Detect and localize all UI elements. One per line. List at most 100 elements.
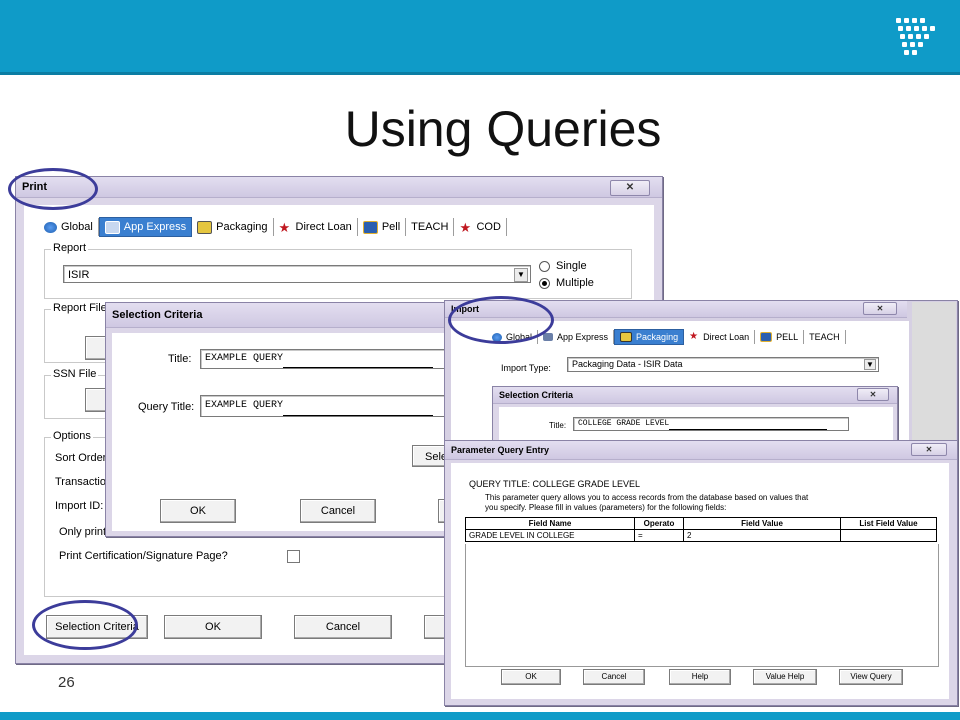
logo-dot [912, 18, 917, 23]
close-icon[interactable]: ✕ [911, 443, 947, 456]
transaction-label: Transactio [55, 476, 106, 488]
app-express-icon [104, 220, 120, 234]
tab-pell[interactable]: PELL [755, 330, 805, 344]
logo-dot [904, 18, 909, 23]
title-input[interactable]: COLLEGE GRADE LEVEL [573, 417, 849, 431]
top-banner [0, 0, 960, 75]
parameter-query-title: Parameter Query Entry [451, 445, 550, 455]
column-header: Field Value [683, 517, 841, 530]
multiple-radio[interactable]: Multiple [539, 277, 594, 289]
import-type-select[interactable]: Packaging Data - ISIR Data ▼ [567, 357, 879, 372]
packaging-icon [197, 220, 213, 234]
field-value-cell[interactable]: 2 [683, 529, 841, 542]
radio-selected-icon [539, 277, 550, 289]
logo-dot [922, 26, 927, 31]
table-row[interactable]: GRADE LEVEL IN COLLEGE = 2 [465, 529, 937, 542]
tab-packaging[interactable]: Packaging [614, 329, 685, 345]
only-print-label: Only print [59, 526, 107, 538]
ssn-file-label: SSN File [51, 368, 99, 380]
title-input[interactable]: EXAMPLE QUERY [200, 349, 462, 369]
column-header: Field Name [465, 517, 635, 530]
logo-dot [918, 42, 923, 47]
title-label: Title: [549, 421, 567, 430]
title-label: Title: [168, 353, 192, 365]
query-title-label: Query Title: [138, 401, 195, 413]
import-type-label: Import Type: [501, 363, 551, 373]
selection-cancel-button[interactable]: Cancel [300, 499, 376, 523]
star-icon: ★ [689, 330, 699, 342]
print-cert-label: Print Certification/Signature Page? [59, 550, 228, 562]
description-line-1: This parameter query allows you to acces… [485, 493, 809, 502]
dots-logo-icon [896, 18, 936, 58]
field-name-cell[interactable]: GRADE LEVEL IN COLLEGE [465, 529, 635, 542]
selection-ok-button[interactable]: OK [160, 499, 236, 523]
logo-dot [914, 26, 919, 31]
tab-app-express[interactable]: App Express [538, 330, 615, 344]
param-cancel-button[interactable]: Cancel [583, 669, 645, 685]
parameter-table-area [465, 544, 939, 667]
list-field-value-cell[interactable] [840, 529, 937, 542]
ok-button[interactable]: OK [164, 615, 262, 639]
parameter-query-body: QUERY TITLE: COLLEGE GRADE LEVEL This pa… [451, 463, 949, 699]
star-icon: ★ [278, 219, 291, 235]
parameter-table: Field Name Operato Field Value List Fiel… [465, 517, 937, 542]
column-header: Operato [634, 517, 684, 530]
tab-direct-loan[interactable]: ★ Direct Loan [684, 330, 756, 344]
pell-icon [760, 332, 773, 342]
param-help-button[interactable]: Help [669, 669, 731, 685]
query-title-input[interactable]: EXAMPLE QUERY [200, 395, 462, 417]
tab-packaging[interactable]: Packaging [192, 218, 274, 236]
logo-dot [912, 50, 917, 55]
single-radio[interactable]: Single [539, 260, 587, 272]
tab-teach[interactable]: TEACH [406, 218, 455, 236]
star-icon: ★ [459, 219, 472, 235]
description-line-2: you specify. Please fill in values (para… [485, 503, 727, 512]
slide-title: Using Queries [344, 101, 662, 157]
tab-direct-loan[interactable]: ★ Direct Loan [274, 218, 358, 236]
selection-criteria-title: Selection Criteria [112, 309, 203, 321]
print-window-titlebar: Print ✕ [16, 177, 662, 198]
print-tab-bar: Global App Express Packaging ★ Direct Loa… [39, 217, 507, 237]
report-select[interactable]: ISIR ▼ [63, 265, 531, 283]
report-group-label: Report [51, 242, 89, 254]
logo-dot [930, 26, 935, 31]
logo-dot [900, 34, 905, 39]
highlight-oval-import-title [448, 296, 554, 344]
app-express-icon [543, 333, 554, 341]
tab-cod[interactable]: ★ COD [454, 218, 507, 236]
globe-icon [44, 221, 57, 233]
close-icon[interactable]: ✕ [857, 388, 889, 401]
selection-criteria-body: Title: EXAMPLE QUERY Query Title: EXAMPL… [112, 333, 474, 531]
report-file-label: Report File [51, 302, 109, 314]
param-view-query-button[interactable]: View Query [839, 669, 903, 685]
selection-criteria-titlebar: Selection Criteria [106, 303, 476, 328]
tab-global[interactable]: Global [39, 218, 99, 236]
tab-app-express[interactable]: App Express [98, 217, 193, 237]
close-icon[interactable]: ✕ [610, 180, 650, 196]
chevron-down-icon[interactable]: ▼ [864, 359, 876, 370]
tab-pell[interactable]: Pell [358, 218, 407, 236]
selection-small-titlebar: Selection Criteria ✕ [493, 387, 897, 404]
radio-icon [539, 260, 550, 272]
print-cert-checkbox[interactable] [287, 550, 300, 563]
packaging-icon [620, 332, 633, 342]
operator-cell[interactable]: = [634, 529, 684, 542]
table-header-row: Field Name Operato Field Value List Fiel… [465, 517, 937, 530]
selection-criteria-window: Selection Criteria Title: EXAMPLE QUERY … [105, 302, 477, 537]
tab-teach[interactable]: TEACH [804, 330, 846, 344]
chevron-down-icon[interactable]: ▼ [514, 268, 528, 282]
param-ok-button[interactable]: OK [501, 669, 561, 685]
parameter-query-titlebar: Parameter Query Entry ✕ [445, 441, 957, 460]
selection-small-title: Selection Criteria [499, 390, 574, 400]
logo-dot [904, 50, 909, 55]
logo-dot [908, 34, 913, 39]
logo-dot [920, 18, 925, 23]
param-value-help-button[interactable]: Value Help [753, 669, 817, 685]
close-icon[interactable]: ✕ [863, 302, 897, 315]
highlight-oval-selection-criteria [32, 600, 138, 650]
cancel-button[interactable]: Cancel [294, 615, 392, 639]
page-number: 26 [58, 674, 75, 691]
logo-dot [898, 26, 903, 31]
parameter-query-window: Parameter Query Entry ✕ QUERY TITLE: COL… [444, 440, 958, 706]
logo-dot [902, 42, 907, 47]
